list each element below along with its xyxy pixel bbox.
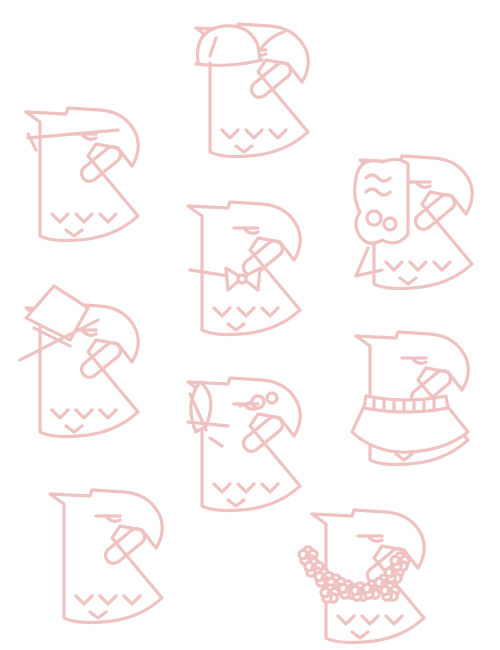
eagle-with-curly-wig — [353, 154, 474, 291]
cap-icon — [195, 24, 262, 64]
eagle-head-icon — [186, 200, 302, 337]
eagle-with-quill-and-glasses — [186, 376, 302, 513]
eagle-with-flower-lei — [297, 508, 426, 645]
eagle-plain — [48, 488, 164, 625]
flower-lei-icon — [297, 545, 411, 604]
eagle-head-icon — [24, 106, 140, 243]
eagle-with-eyepatch — [24, 106, 140, 243]
top-hat-icon — [24, 284, 90, 342]
glasses-icon — [250, 394, 266, 410]
curly-wig-icon — [353, 157, 410, 245]
eagle-with-top-hat — [18, 284, 140, 439]
illustration-canvas — [0, 0, 500, 650]
eagle-with-turtleneck — [350, 330, 470, 467]
eagle-head-icon — [48, 488, 164, 625]
eagle-with-bowtie — [186, 200, 302, 337]
eagle-illustration-sheet — [18, 22, 474, 645]
eagle-with-cap — [194, 22, 310, 159]
